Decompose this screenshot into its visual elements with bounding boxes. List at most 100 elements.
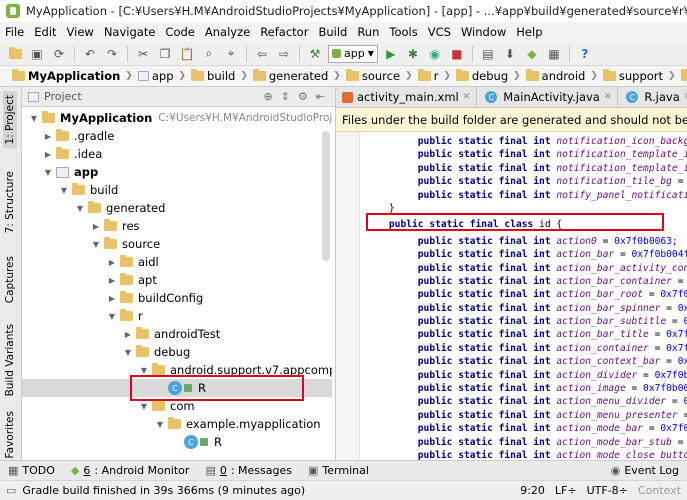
debug-icon[interactable]: ✱ bbox=[404, 45, 422, 63]
hide-panel-icon[interactable]: ⇤ bbox=[316, 90, 325, 103]
tree-item[interactable]: ▼ generated bbox=[74, 199, 165, 217]
breadcrumb-support[interactable]: support bbox=[599, 68, 667, 84]
replace-icon[interactable]: ⌖ bbox=[222, 45, 240, 63]
tool-tab-build-variants[interactable]: Build Variants bbox=[3, 320, 17, 400]
tree-item[interactable]: CR bbox=[182, 433, 222, 451]
caret-position[interactable]: 9:20 bbox=[520, 484, 545, 497]
gear-icon[interactable]: ⚙ bbox=[298, 90, 308, 103]
tool-tab-project[interactable]: 1: Project bbox=[3, 91, 17, 149]
breadcrumb-r[interactable]: r bbox=[414, 68, 443, 84]
tree-item[interactable]: ▼ build bbox=[58, 181, 118, 199]
tree-item[interactable]: ▶ buildConfig bbox=[106, 289, 203, 307]
cut-icon[interactable]: ✂ bbox=[134, 45, 152, 63]
close-icon[interactable]: ✕ bbox=[463, 92, 471, 102]
terminal-tool-button[interactable]: ▣ Terminal bbox=[300, 464, 377, 477]
sync-icon[interactable]: ⟳ bbox=[50, 45, 68, 63]
forward-icon[interactable]: ⇨ bbox=[275, 45, 293, 63]
menu-build[interactable]: Build bbox=[313, 25, 352, 39]
help-icon[interactable]: ? bbox=[576, 45, 594, 63]
sdk-manager-icon[interactable]: ⬇ bbox=[501, 45, 519, 63]
menu-run[interactable]: Run bbox=[352, 25, 384, 39]
status-toggle-icon[interactable]: ▭ bbox=[0, 484, 22, 497]
tool-tab-structure[interactable]: 7: Structure bbox=[3, 167, 17, 237]
tree-item[interactable]: ▶ apt bbox=[106, 271, 157, 289]
messages-tool-button[interactable]: ▤ 0: Messages bbox=[197, 464, 300, 477]
chevron-right-icon: ❯ bbox=[240, 71, 248, 81]
code-view[interactable]: public static final int notification_ico… bbox=[360, 135, 687, 460]
tree-item[interactable]: ▼ source bbox=[90, 235, 160, 253]
tree-item[interactable]: ▼ r bbox=[106, 307, 143, 325]
breadcrumb-android[interactable]: android bbox=[522, 68, 590, 84]
tree-item[interactable]: ▼ MyApplication C:¥Users¥H.M¥AndroidStudio… bbox=[28, 109, 332, 127]
project-panel-title[interactable]: Project bbox=[44, 90, 82, 103]
save-all-icon[interactable]: ▣ bbox=[28, 45, 46, 63]
menu-refactor[interactable]: Refactor bbox=[255, 25, 313, 39]
code-field-name: action_container bbox=[556, 342, 649, 354]
todo-tool-button[interactable]: ▦ TODO bbox=[0, 464, 63, 477]
tree-item[interactable]: ▶ .idea bbox=[42, 145, 102, 163]
bottom-tool-bar: ▦ TODO ◆ 6: Android Monitor ▤ 0: Messages ▣… bbox=[0, 460, 687, 480]
file-encoding[interactable]: UTF-8÷ bbox=[587, 484, 628, 497]
chevron-right-icon: ▶ bbox=[108, 275, 116, 285]
menu-window[interactable]: Window bbox=[456, 25, 511, 39]
stop-icon[interactable]: ■ bbox=[448, 45, 466, 63]
breadcrumb-generated[interactable]: generated bbox=[249, 68, 332, 84]
undo-icon[interactable]: ↶ bbox=[81, 45, 99, 63]
menu-edit[interactable]: Edit bbox=[29, 25, 61, 39]
breadcrumb-myapplication[interactable]: MyApplication bbox=[8, 68, 124, 84]
line-separator[interactable]: LF÷ bbox=[555, 484, 577, 497]
collapse-all-icon[interactable]: ⇕ bbox=[281, 90, 290, 103]
tree-item[interactable]: ▶ res bbox=[90, 217, 140, 235]
paste-icon[interactable]: 📋 bbox=[178, 45, 196, 63]
attach-debugger-icon[interactable]: ◉ bbox=[426, 45, 444, 63]
tab-mainactivity-java[interactable]: C MainActivity.java ✕ bbox=[477, 87, 619, 107]
chevron-right-icon: ❯ bbox=[405, 71, 413, 81]
context-indicator[interactable]: Context bbox=[638, 484, 681, 497]
close-icon[interactable]: ✕ bbox=[604, 92, 612, 102]
menu-vcs[interactable]: VCS bbox=[423, 25, 456, 39]
menu-help[interactable]: Help bbox=[511, 25, 547, 39]
redo-icon[interactable]: ↷ bbox=[103, 45, 121, 63]
chevron-right-icon: ▶ bbox=[108, 257, 116, 267]
menu-tools[interactable]: Tools bbox=[384, 25, 422, 39]
breadcrumb-v7[interactable]: v7 bbox=[677, 68, 687, 84]
menu-analyze[interactable]: Analyze bbox=[200, 25, 255, 39]
project-scrollbar[interactable] bbox=[322, 131, 330, 261]
run-icon[interactable]: ▶ bbox=[382, 45, 400, 63]
menu-navigate[interactable]: Navigate bbox=[99, 25, 161, 39]
breadcrumb-debug[interactable]: debug bbox=[452, 68, 512, 84]
menu-code[interactable]: Code bbox=[160, 25, 199, 39]
android-studio-icon bbox=[6, 4, 20, 18]
code-field-name: action_context_bar bbox=[556, 356, 661, 368]
folder-icon bbox=[56, 147, 69, 159]
tree-item[interactable]: ▶ .gradle bbox=[42, 127, 114, 145]
code-line: public static final int action_image = 0… bbox=[360, 382, 687, 395]
device-monitor-icon[interactable]: ◆ bbox=[523, 45, 541, 63]
run-config-select[interactable]: app ▼ bbox=[328, 44, 378, 63]
tree-item[interactable]: ▶ androidTest bbox=[122, 325, 220, 343]
tool-tab-captures[interactable]: Captures bbox=[3, 252, 17, 307]
menu-file[interactable]: File bbox=[0, 25, 29, 39]
back-icon[interactable]: ⇦ bbox=[253, 45, 271, 63]
chevron-right-icon: ❯ bbox=[178, 71, 187, 81]
project-panel: Project ⊕ ⇕ ⚙ ⇤ ▼ MyApplication C:¥Users¥H… bbox=[22, 87, 336, 460]
project-structure-icon[interactable]: ▦ bbox=[545, 45, 563, 63]
breadcrumb-build[interactable]: build bbox=[187, 68, 239, 84]
avd-manager-icon[interactable]: ▤ bbox=[479, 45, 497, 63]
tab-activity-main-xml[interactable]: activity_main.xml ✕ bbox=[336, 87, 478, 107]
menu-view[interactable]: View bbox=[62, 25, 99, 39]
breadcrumb-source[interactable]: source bbox=[342, 68, 404, 84]
copy-icon[interactable]: ❐ bbox=[156, 45, 174, 63]
tree-item[interactable]: ▼ debug bbox=[122, 343, 190, 361]
breadcrumb-app[interactable]: app bbox=[134, 68, 178, 84]
find-icon[interactable]: ⌕ bbox=[200, 45, 218, 63]
event-log-tool-button[interactable]: ◉ Event Log bbox=[603, 464, 687, 477]
tab-r-java[interactable]: CR.java✕ bbox=[618, 87, 687, 107]
tree-item[interactable]: ▼ app bbox=[42, 163, 98, 181]
tree-item[interactable]: ▶ aidl bbox=[106, 253, 159, 271]
android-monitor-tool-button[interactable]: ◆ 6: Android Monitor bbox=[63, 464, 198, 477]
sync-with-editor-icon[interactable]: ⊕ bbox=[263, 90, 272, 103]
open-folder-icon[interactable] bbox=[6, 45, 24, 63]
tree-item[interactable]: ▼ example.myapplication bbox=[154, 415, 321, 433]
make-project-icon[interactable]: ⚒ bbox=[306, 45, 324, 63]
